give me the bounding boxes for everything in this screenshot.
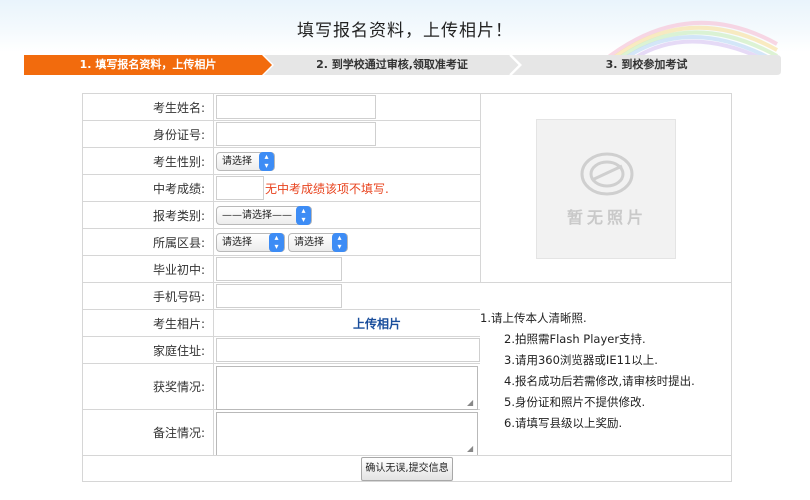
- photo-label: 考生相片:: [152, 316, 205, 331]
- district-label: 所属区县:: [152, 235, 205, 250]
- district-select-2[interactable]: 请选择 ▴ ▾: [288, 233, 348, 252]
- awards-textarea[interactable]: ◢: [216, 366, 478, 410]
- row-photo: 考生相片: 上传相片: [83, 310, 480, 337]
- id-number-input[interactable]: [216, 122, 376, 146]
- step-3-label: 3. 到校参加考试: [605, 58, 688, 71]
- remarks-cell: ◢: [213, 410, 480, 456]
- category-label: 报考类别:: [152, 208, 205, 223]
- row-address: 家庭住址:: [83, 337, 480, 364]
- name-cell: [213, 94, 480, 120]
- photo-cell: 上传相片: [213, 310, 480, 336]
- step-1: 1. 填写报名资料，上传相片: [24, 55, 272, 75]
- phone-label: 手机号码:: [152, 289, 205, 304]
- row-id: 身份证号:: [83, 121, 480, 148]
- row-name: 考生姓名:: [83, 94, 480, 121]
- name-input[interactable]: [216, 95, 376, 119]
- chevron-updown-icon: ▴ ▾: [259, 152, 274, 171]
- tip-item: 5.身份证和照片不提供修改.: [504, 395, 646, 409]
- row-remarks: 备注情况: ◢: [83, 410, 480, 456]
- district-cell: 请选择 ▴ ▾ 请选择 ▴ ▾: [213, 229, 480, 255]
- row-awards: 获奖情况: ◢: [83, 364, 480, 410]
- score-input[interactable]: [216, 176, 264, 200]
- no-photo-text: 暂无照片: [566, 208, 647, 227]
- upload-tips: 1.请上传本人清晰照. 2.拍照需Flash Player支持. 3.请用360…: [480, 283, 731, 455]
- chevron-updown-icon: ▴ ▾: [269, 233, 284, 252]
- page-header: 填写报名资料，上传相片！: [0, 0, 810, 64]
- chevron-updown-icon: ▴ ▾: [332, 233, 347, 252]
- tip-item: 2.拍照需Flash Player支持.: [504, 332, 646, 346]
- score-note: 无中考成绩该项不填写.: [265, 182, 389, 196]
- awards-label: 获奖情况:: [152, 380, 205, 394]
- address-input[interactable]: [216, 338, 480, 362]
- category-cell: ——请选择—— ▴ ▾: [213, 202, 480, 228]
- middle-school-label: 毕业初中:: [152, 262, 205, 277]
- step-2: 2. 到学校通过审核,领取准考证: [264, 55, 520, 75]
- tip-item: 6.请填写县级以上奖励.: [504, 416, 623, 430]
- score-cell: 无中考成绩该项不填写.: [213, 175, 480, 201]
- page-title: 填写报名资料，上传相片！: [297, 21, 513, 41]
- gender-cell: 请选择 ▴ ▾: [213, 148, 480, 174]
- phone-cell: [213, 283, 480, 309]
- row-score: 中考成绩: 无中考成绩该项不填写.: [83, 175, 480, 202]
- id-cell: [213, 121, 480, 147]
- step-1-label: 1. 填写报名资料，上传相片: [79, 58, 217, 71]
- registration-form: 考生姓名: 身份证号: 考生性别: 请选择 ▴ ▾ 中考成绩: 无中考成绩该项不填…: [82, 93, 732, 482]
- submit-button[interactable]: 确认无误,提交信息: [361, 457, 453, 481]
- row-phone: 手机号码:: [83, 283, 480, 310]
- phone-input[interactable]: [216, 284, 342, 308]
- row-category: 报考类别: ——请选择—— ▴ ▾: [83, 202, 480, 229]
- tip-item: 4.报名成功后若需修改,请审核时提出.: [504, 374, 695, 388]
- row-gender: 考生性别: 请选择 ▴ ▾: [83, 148, 480, 175]
- id-label: 身份证号:: [152, 127, 205, 142]
- address-label: 家庭住址:: [152, 343, 205, 358]
- district-select-2-value: 请选择: [294, 237, 324, 248]
- gender-select[interactable]: 请选择 ▴ ▾: [216, 152, 275, 171]
- row-district: 所属区县: 请选择 ▴ ▾ 请选择 ▴ ▾: [83, 229, 480, 256]
- gender-select-value: 请选择: [222, 156, 252, 167]
- tip-item: 1.请上传本人清晰照.: [480, 311, 587, 325]
- photo-placeholder: 暂无照片: [536, 119, 676, 259]
- category-select-value: ——请选择——: [222, 210, 292, 221]
- address-cell: [213, 337, 480, 363]
- chevron-updown-icon: ▴ ▾: [296, 206, 311, 225]
- awards-cell: ◢: [213, 364, 480, 410]
- remarks-label: 备注情况:: [152, 426, 205, 440]
- progress-steps: 1. 填写报名资料，上传相片 2. 到学校通过审核,领取准考证 3. 到校参加考…: [24, 55, 781, 75]
- district-select-1[interactable]: 请选择 ▴ ▾: [216, 233, 285, 252]
- camera-icon: [580, 152, 634, 196]
- tip-item: 3.请用360浏览器或IE11以上.: [504, 353, 658, 367]
- upload-photo-link[interactable]: 上传相片: [353, 315, 401, 332]
- middle-school-cell: [213, 256, 480, 282]
- resize-grip-icon[interactable]: ◢: [467, 445, 475, 453]
- resize-grip-icon[interactable]: ◢: [467, 399, 475, 407]
- submit-row: 确认无误,提交信息: [83, 455, 731, 481]
- step-3: 3. 到校参加考试: [512, 55, 781, 75]
- remarks-textarea[interactable]: ◢: [216, 412, 478, 456]
- gender-label: 考生性别:: [152, 154, 205, 169]
- photo-preview-area: 暂无照片: [480, 94, 731, 283]
- step-2-label: 2. 到学校通过审核,领取准考证: [316, 58, 468, 71]
- middle-school-input[interactable]: [216, 257, 342, 281]
- row-middle-school: 毕业初中:: [83, 256, 480, 283]
- district-select-1-value: 请选择: [222, 237, 252, 248]
- name-label: 考生姓名:: [152, 100, 205, 115]
- category-select[interactable]: ——请选择—— ▴ ▾: [216, 206, 312, 225]
- score-label: 中考成绩:: [152, 181, 205, 196]
